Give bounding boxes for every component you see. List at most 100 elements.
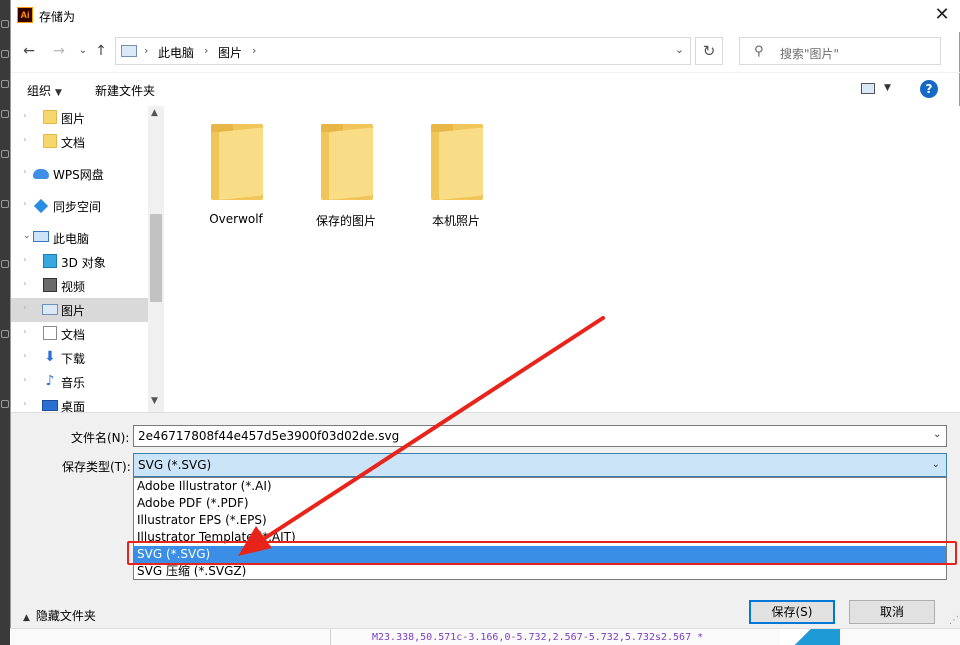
expand-chevron-icon[interactable]: › <box>23 199 27 209</box>
organize-menu-button[interactable]: 组织 ▼ <box>27 82 62 99</box>
expand-chevron-icon[interactable]: › <box>23 375 27 385</box>
expand-chevron-icon[interactable]: › <box>23 303 27 313</box>
tool-icon <box>1 400 9 408</box>
breadcrumb-separator[interactable]: › <box>252 44 256 57</box>
nav-item-this-pc[interactable]: ⌄ 此电脑 <box>11 226 148 250</box>
help-icon[interactable]: ? <box>920 80 938 98</box>
download-icon: ⬇ <box>44 349 56 365</box>
document-icon <box>43 326 57 340</box>
nav-item-videos[interactable]: › 视频 <box>11 274 148 298</box>
new-folder-button[interactable]: 新建文件夹 <box>95 82 155 99</box>
save-type-select[interactable]: SVG (*.SVG) ⌄ <box>133 453 947 477</box>
type-option-ai[interactable]: Adobe Illustrator (*.AI) <box>134 478 946 495</box>
illustrator-app-icon: Ai <box>17 7 33 23</box>
address-dropdown-chevron-icon[interactable]: ⌄ <box>675 43 684 56</box>
nav-item-pictures-quick[interactable]: › 图片 <box>11 106 148 130</box>
nav-item-music[interactable]: › ♪ 音乐 <box>11 370 148 394</box>
expand-chevron-icon[interactable]: › <box>23 399 27 409</box>
save-options-panel: 文件名(N): ⌄ 保存类型(T): SVG (*.SVG) ⌄ Adobe I… <box>11 412 960 628</box>
forward-arrow-icon[interactable]: → <box>49 41 69 61</box>
nav-item-label: 视频 <box>61 280 86 294</box>
pictures-location-icon <box>121 45 137 57</box>
nav-item-label: 文档 <box>61 328 86 342</box>
file-list-area: Overwolf 保存的图片 本机照片 <box>164 106 960 412</box>
type-option-pdf[interactable]: Adobe PDF (*.PDF) <box>134 495 946 512</box>
navigation-bar: ← → ⌄ ↑ › 此电脑 › 图片 › ⌄ ↻ ⚲ 搜索"图片" <box>11 34 960 68</box>
nav-item-documents-quick[interactable]: › 文档 <box>11 130 148 154</box>
nav-item-label: WPS网盘 <box>53 168 104 182</box>
type-option-svg[interactable]: SVG (*.SVG) <box>134 546 946 563</box>
nav-item-wps-cloud[interactable]: › WPS网盘 <box>11 162 148 186</box>
refresh-icon[interactable]: ↻ <box>695 37 723 65</box>
nav-pane-scrollbar[interactable]: ▲ ▼ <box>148 106 164 412</box>
video-icon <box>43 278 57 292</box>
tool-icon <box>1 330 9 338</box>
filename-dropdown-chevron-icon[interactable]: ⌄ <box>933 429 941 440</box>
tool-icon <box>1 20 9 28</box>
save-button[interactable]: 保存(S) <box>749 600 835 624</box>
nav-item-desktop[interactable]: › 桌面 <box>11 394 148 412</box>
nav-item-documents[interactable]: › 文档 <box>11 322 148 346</box>
folder-icon <box>43 110 57 124</box>
search-input[interactable]: ⚲ 搜索"图片" <box>739 37 941 65</box>
caret-up-icon: ▲ <box>23 613 30 623</box>
nav-item-label: 下载 <box>61 352 86 366</box>
back-arrow-icon[interactable]: ← <box>19 41 39 61</box>
type-option-svgz[interactable]: SVG 压缩 (*.SVGZ) <box>134 563 946 580</box>
nav-item-3d-objects[interactable]: › 3D 对象 <box>11 250 148 274</box>
expand-chevron-icon[interactable]: › <box>23 167 27 177</box>
scrollbar-thumb[interactable] <box>150 214 162 302</box>
nav-item-sync-space[interactable]: › 同步空间 <box>11 194 148 218</box>
expand-chevron-icon[interactable]: › <box>23 255 27 265</box>
desktop-icon <box>42 400 58 411</box>
breadcrumb-separator[interactable]: › <box>204 44 208 57</box>
nav-item-pictures[interactable]: › 图片 <box>11 298 148 322</box>
expand-chevron-icon[interactable]: › <box>23 135 27 145</box>
folder-icon <box>211 124 263 200</box>
expand-chevron-icon[interactable]: › <box>23 327 27 337</box>
music-icon: ♪ <box>45 373 55 389</box>
folder-icon <box>43 134 57 148</box>
search-placeholder: 搜索"图片" <box>780 47 840 61</box>
tool-icon <box>1 150 9 158</box>
expand-chevron-icon[interactable]: › <box>23 351 27 361</box>
folder-item-saved-pictures[interactable]: 保存的图片 <box>296 120 396 230</box>
folder-label: 保存的图片 <box>315 214 376 228</box>
address-bar[interactable]: › 此电脑 › 图片 › ⌄ <box>115 37 691 65</box>
resize-grip-icon[interactable]: ⋰ <box>949 615 959 626</box>
tool-icon <box>1 200 9 208</box>
scroll-down-arrow-icon[interactable]: ▼ <box>151 396 158 406</box>
tool-icon <box>1 260 9 268</box>
type-option-ait[interactable]: Illustrator Template (*.AIT) <box>134 529 946 546</box>
folder-label: 本机照片 <box>431 214 480 228</box>
up-arrow-icon[interactable]: ↑ <box>91 41 111 61</box>
folder-item-overwolf[interactable]: Overwolf <box>186 120 286 230</box>
view-options-icon[interactable] <box>861 83 875 94</box>
save-type-dropdown-chevron-icon[interactable]: ⌄ <box>932 459 940 470</box>
breadcrumb-this-pc[interactable]: 此电脑 <box>158 44 194 61</box>
background-shape <box>780 629 840 645</box>
breadcrumb-separator[interactable]: › <box>144 44 148 57</box>
cancel-button[interactable]: 取消 <box>849 600 935 624</box>
expand-chevron-icon[interactable]: › <box>23 279 27 289</box>
collapse-chevron-icon[interactable]: ⌄ <box>23 231 31 241</box>
save-as-dialog: Ai 存储为 ✕ ← → ⌄ ↑ › 此电脑 › 图片 › ⌄ ↻ ⚲ 搜索"图… <box>10 0 960 628</box>
filename-label: 文件名(N): <box>71 431 130 445</box>
folder-item-camera-roll[interactable]: 本机照片 <box>406 120 506 230</box>
scroll-up-arrow-icon[interactable]: ▲ <box>151 108 158 118</box>
type-option-eps[interactable]: Illustrator EPS (*.EPS) <box>134 512 946 529</box>
expand-chevron-icon[interactable]: › <box>23 111 27 121</box>
hide-folders-label: 隐藏文件夹 <box>35 609 96 623</box>
view-dropdown-caret-icon[interactable]: ▼ <box>884 83 891 93</box>
nav-item-label: 桌面 <box>61 400 86 412</box>
filename-input[interactable] <box>133 425 947 447</box>
organize-label: 组织 <box>27 84 52 98</box>
save-type-label: 保存类型(T): <box>62 460 131 474</box>
breadcrumb-pictures[interactable]: 图片 <box>218 44 242 61</box>
tool-icon <box>1 50 9 58</box>
nav-item-downloads[interactable]: › ⬇ 下载 <box>11 346 148 370</box>
recent-locations-chevron-icon[interactable]: ⌄ <box>73 41 93 61</box>
hide-folders-toggle[interactable]: ▲ 隐藏文件夹 <box>23 607 96 624</box>
tool-icon <box>1 110 9 118</box>
close-button[interactable]: ✕ <box>931 6 953 26</box>
